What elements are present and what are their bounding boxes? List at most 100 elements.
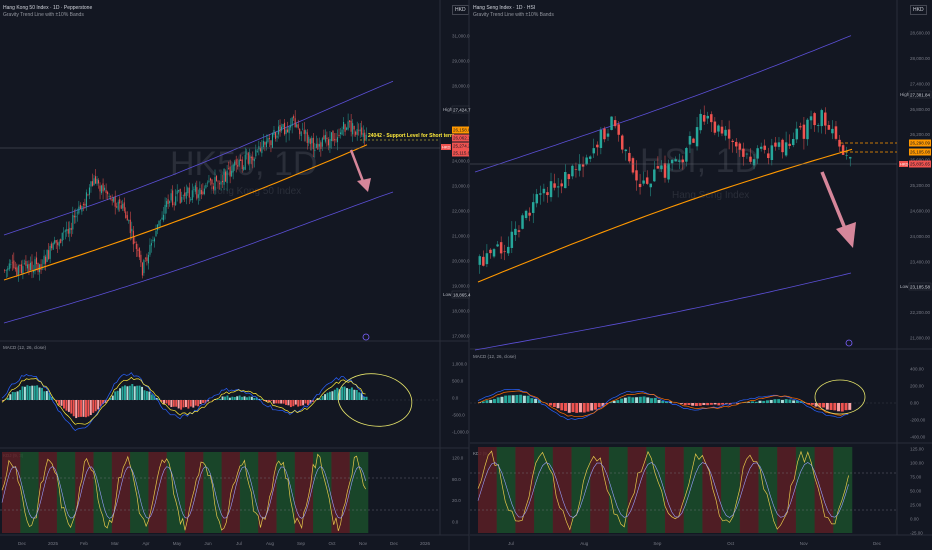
candle-body <box>713 121 717 133</box>
candle-body <box>60 239 62 243</box>
time-tick-label: Jun <box>204 541 212 546</box>
macd-bar <box>567 403 571 413</box>
candle-body <box>23 263 25 265</box>
candle-body <box>781 139 784 153</box>
candle-body <box>323 135 325 140</box>
candle-body <box>137 249 139 251</box>
candle-body <box>692 138 695 143</box>
candle-body <box>514 228 517 235</box>
axis-tick-label: -500.0 <box>452 413 465 418</box>
macd-bar <box>33 385 36 400</box>
candle-body <box>101 185 103 194</box>
candle-body <box>170 193 172 201</box>
candle-body <box>8 263 10 270</box>
macd-bar <box>324 394 327 400</box>
candle-body <box>603 128 606 140</box>
candle-body <box>706 115 709 119</box>
macd-bar <box>500 396 504 403</box>
macd-bar <box>243 396 246 400</box>
macd-bar <box>825 403 829 410</box>
axis-tick-label: 125.00 <box>910 447 924 452</box>
candle-body <box>695 127 699 147</box>
level-tag-text: 26,298.09 <box>910 141 931 146</box>
candle-body <box>220 181 222 185</box>
candle-body <box>353 125 355 130</box>
macd-bar <box>556 403 560 409</box>
candle-body <box>745 153 749 155</box>
candle-body <box>75 215 77 218</box>
candle-body <box>46 249 48 262</box>
macd-bar <box>97 400 100 410</box>
macd-bar <box>792 400 796 403</box>
candle-body <box>238 160 240 166</box>
candle-body <box>290 125 292 128</box>
candle-body <box>749 156 752 162</box>
macd-bar <box>773 399 777 403</box>
macd-bar <box>631 397 635 403</box>
candle-body <box>241 159 243 170</box>
candle-body <box>542 188 546 194</box>
axis-tick-label: 0.00 <box>910 517 919 522</box>
axis-tick-label: 0.0 <box>452 520 459 525</box>
macd-bar <box>292 400 295 407</box>
macd-bar <box>724 403 728 404</box>
macd-bar <box>698 403 702 406</box>
macd-bar <box>616 400 620 403</box>
candle-body <box>332 130 334 142</box>
time-tick-label: Oct <box>328 541 336 546</box>
kdj-zone <box>590 447 610 533</box>
macd-bar <box>228 397 231 400</box>
candle-body <box>252 156 254 161</box>
left-event-marker[interactable] <box>362 333 370 341</box>
level-tag-text: 26,105.08 <box>910 150 931 155</box>
candle-body <box>164 204 166 214</box>
candle-body <box>197 194 199 198</box>
candle-body <box>178 189 180 192</box>
candle-body <box>45 256 47 264</box>
left-low-value: 18,865.4 <box>453 293 471 298</box>
candle-body <box>356 129 358 135</box>
candle-body <box>340 132 342 135</box>
time-tick-label: Feb <box>80 541 88 546</box>
right-event-marker[interactable] <box>845 339 853 347</box>
right-level-tags: 26,298.09 26,105.08 25,835.65 <box>909 139 931 168</box>
candle-body <box>831 128 834 134</box>
macd-bar <box>578 403 582 413</box>
candle-body <box>11 262 13 264</box>
axis-tick-label: 24,600.00 <box>910 208 931 213</box>
candle-body <box>617 124 620 135</box>
right-low-value: 23,185.58 <box>910 285 931 290</box>
candle-body <box>270 140 272 146</box>
candle-body <box>274 132 277 139</box>
macd-bar <box>80 400 83 417</box>
candle-body <box>777 142 781 147</box>
macd-bar <box>691 403 695 406</box>
candle-body <box>656 166 660 169</box>
macd-bar <box>687 403 691 406</box>
candle-body <box>226 170 228 184</box>
macd-bar <box>246 397 248 400</box>
macd-bar <box>241 396 244 400</box>
candle-body <box>344 124 346 132</box>
macd-bar <box>343 386 346 400</box>
candle-body <box>32 271 35 273</box>
candle-body <box>81 205 83 212</box>
macd-bar <box>82 400 85 417</box>
macd-bar <box>58 400 61 406</box>
left-watermark: HK50, 1D <box>170 145 317 183</box>
candle-body <box>610 116 613 130</box>
candle-body <box>234 161 236 166</box>
candle-body <box>720 126 724 134</box>
candle-body <box>642 180 645 184</box>
left-down-arrow <box>349 149 371 192</box>
candle-body <box>596 144 599 148</box>
macd-bar <box>272 400 275 404</box>
time-tick-label: 2025 <box>48 541 59 546</box>
candle-body <box>229 166 231 177</box>
level-tag-text: 26,158.8 <box>453 128 471 133</box>
candle-body <box>820 110 823 127</box>
level-tag-text: 25,274.2 <box>453 144 471 149</box>
candle-body <box>122 203 124 209</box>
kdj-zone <box>534 447 554 533</box>
candle-body <box>58 241 60 247</box>
